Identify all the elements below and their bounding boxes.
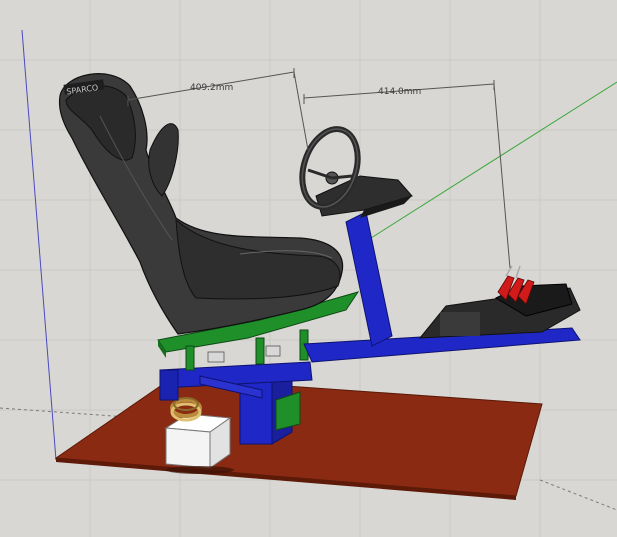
dimension-label-2: 414.0mm bbox=[378, 87, 421, 97]
cube-shadow bbox=[166, 466, 234, 474]
platform-hardware bbox=[207, 345, 281, 363]
racing-seat: SPARCO bbox=[58, 73, 344, 335]
3d-model-viewport[interactable]: SPARCO 409.2mm 414.0mm bbox=[0, 0, 617, 537]
sim-rig-model: SPARCO 409.2mm 414.0mm bbox=[0, 0, 617, 537]
pedal-grip-dots bbox=[440, 312, 480, 336]
base-cube-front bbox=[165, 427, 211, 469]
dimension-seat-to-wheel bbox=[127, 68, 309, 151]
dimension-label-1: 409.2mm bbox=[190, 83, 233, 93]
blue-axis-line bbox=[21, 29, 57, 461]
frame-support-left bbox=[159, 369, 179, 401]
axis-dashed-2 bbox=[539, 479, 617, 511]
green-axis-line bbox=[359, 81, 617, 246]
wheel-column bbox=[345, 211, 393, 347]
